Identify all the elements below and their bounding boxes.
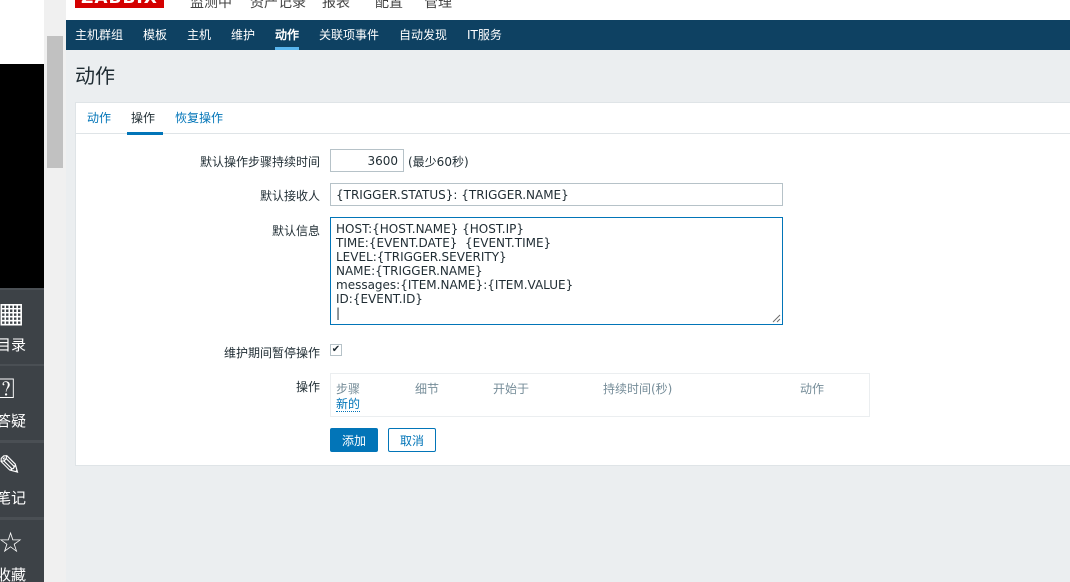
zabbix-logo[interactable]: ZABBIX (75, 0, 164, 8)
page-scrollbar-thumb[interactable] (47, 36, 63, 168)
pause-in-maintenance-label: 维护期间暂停操作 (223, 346, 320, 360)
side-rail-item-notes[interactable]: ✎ 笔记 (0, 443, 44, 517)
top-menu-administration[interactable]: 管理 (424, 0, 452, 12)
subnav-maintenance[interactable]: 维护 (231, 20, 255, 50)
top-header: ZABBIX 监测中 资产记录 报表 配置 管理 (66, 0, 1070, 20)
subnav-host-groups[interactable]: 主机群组 (75, 20, 123, 50)
side-rail-top (0, 0, 44, 64)
subnav-actions[interactable]: 动作 (275, 20, 300, 50)
subnav-discovery[interactable]: 自动发现 (399, 20, 447, 50)
subnav-it-services[interactable]: IT服务 (467, 20, 502, 50)
operations-new-link[interactable]: 新的 (336, 397, 361, 412)
side-rail-item-favorites[interactable]: ☆ 收藏 (0, 520, 44, 582)
sub-navigation: 主机群组 模板 主机 维护 动作 关联项事件 自动发现 IT服务 (66, 20, 1070, 50)
operations-col-start: 开始于 (493, 382, 530, 396)
subnav-correlation[interactable]: 关联项事件 (319, 20, 379, 50)
default-subject-input[interactable] (330, 183, 783, 206)
operations-table: 步骤 细节 开始于 持续时间(秒) 动作 新的 (330, 373, 870, 417)
side-rail-item-qa[interactable]: ⍰ 答疑 (0, 366, 44, 440)
top-menu-inventory[interactable]: 资产记录 (250, 0, 306, 12)
side-rail: ▦ 目录 ⍰ 答疑 ✎ 笔记 ☆ 收藏 (0, 0, 44, 582)
calendar-icon: ▦ (0, 296, 25, 329)
side-rail-video-area (0, 64, 44, 288)
edit-icon: ✎ (0, 449, 22, 482)
operations-col-details: 细节 (415, 382, 440, 396)
tab-action[interactable]: 动作 (87, 103, 111, 134)
subnav-templates[interactable]: 模板 (143, 20, 167, 50)
star-icon: ☆ (0, 526, 24, 559)
tab-operations[interactable]: 操作 (126, 103, 164, 135)
textarea-resize-grip[interactable] (771, 313, 781, 323)
tab-recovery-operations[interactable]: 恢复操作 (175, 103, 223, 134)
operations-col-step: 步骤 (336, 382, 361, 396)
operations-col-action: 动作 (800, 382, 825, 396)
page-title: 动作 (75, 64, 115, 88)
form-tabs: 动作 操作 恢复操作 (76, 103, 1070, 135)
top-menu-configuration[interactable]: 配置 (375, 0, 403, 12)
pause-in-maintenance-checkbox[interactable]: ✔ (330, 344, 342, 356)
step-duration-input[interactable] (330, 149, 404, 172)
side-rail-item-catalog[interactable]: ▦ 目录 (0, 290, 44, 364)
top-menu-monitoring[interactable]: 监测中 (190, 0, 232, 12)
subnav-hosts[interactable]: 主机 (187, 20, 211, 50)
default-subject-label: 默认接收人 (259, 189, 320, 203)
step-duration-label: 默认操作步骤持续时间 (200, 155, 321, 169)
default-message-textarea[interactable]: HOST:{HOST.NAME} {HOST.IP} TIME:{EVENT.D… (330, 217, 783, 325)
operations-col-duration: 持续时间(秒) (603, 382, 673, 396)
add-button[interactable]: 添加 (330, 428, 378, 452)
default-message-label: 默认信息 (271, 224, 320, 238)
cancel-button[interactable]: 取消 (388, 428, 436, 452)
top-menu-reports[interactable]: 报表 (322, 0, 350, 12)
step-duration-hint: (最少60秒) (408, 155, 469, 169)
question-icon: ⍰ (0, 372, 15, 405)
operations-label: 操作 (295, 380, 320, 394)
